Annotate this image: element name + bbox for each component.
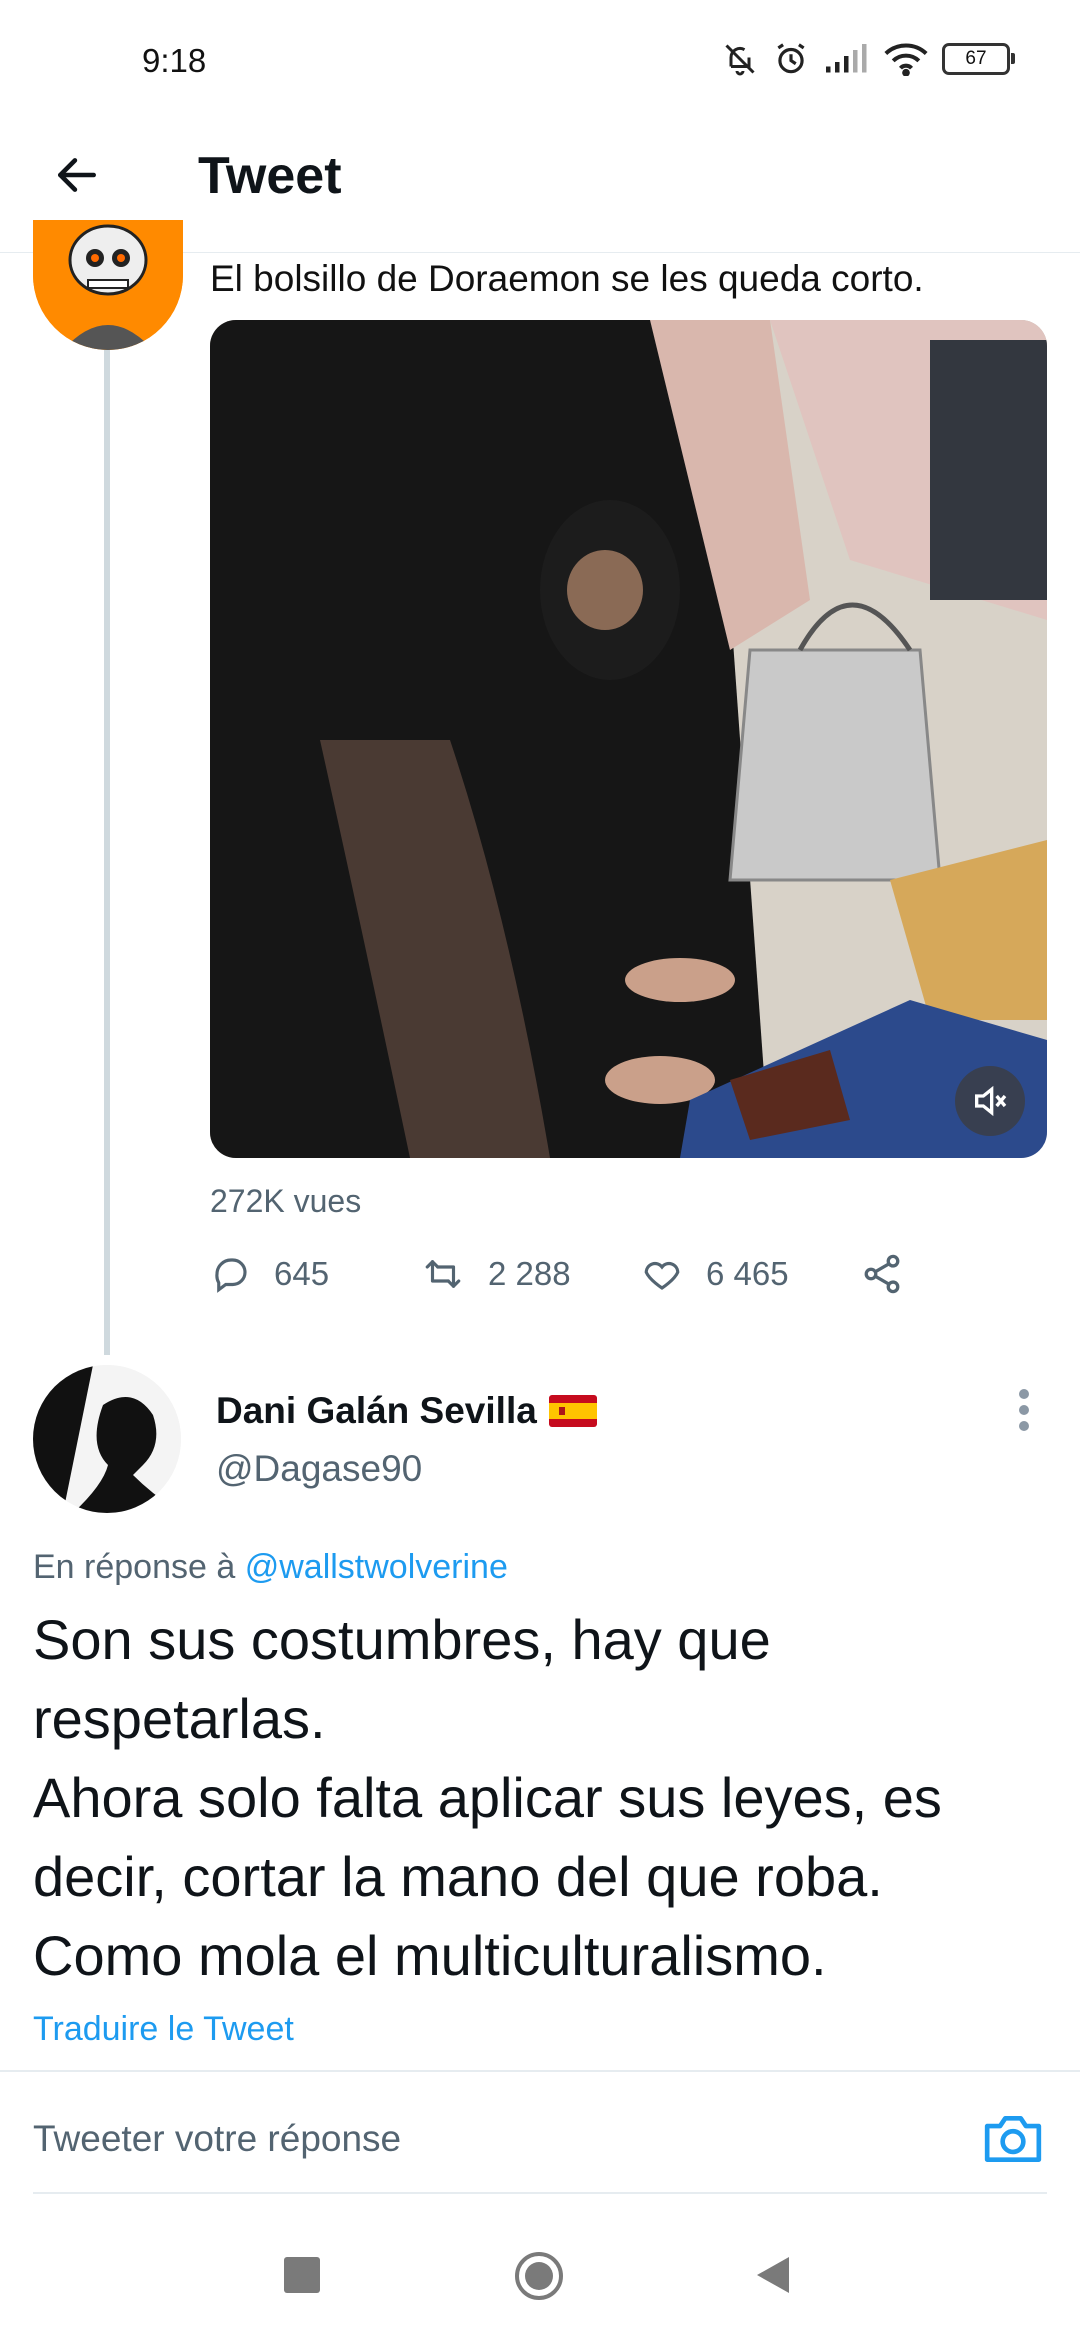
reply-avatar[interactable] xyxy=(33,1365,181,1513)
heart-icon xyxy=(644,1261,680,1290)
avatar[interactable] xyxy=(33,220,183,350)
signal-icon xyxy=(826,44,867,73)
more-options-icon[interactable] xyxy=(1016,1388,1032,1432)
retweet-button[interactable]: 2 288 xyxy=(420,1253,640,1295)
home-button[interactable] xyxy=(514,2251,564,2301)
reply-line: decir, cortar la mano del que roba. xyxy=(33,1845,883,1908)
wifi-icon xyxy=(884,43,928,76)
in-reply-prefix: En réponse à xyxy=(33,1548,236,1586)
camera-icon[interactable] xyxy=(982,2110,1044,2168)
mute-button[interactable] xyxy=(955,1066,1025,1136)
thread-line xyxy=(104,350,110,1355)
view-count: 272K vues xyxy=(210,1183,362,1219)
like-count: 6 465 xyxy=(706,1255,789,1292)
reply-text: Son sus costumbres, hay que respetarlas.… xyxy=(33,1600,1033,1995)
retweet-icon xyxy=(425,1260,461,1288)
spain-flag-icon xyxy=(548,1395,597,1427)
tweet-actions: 645 2 288 6 465 xyxy=(210,1252,926,1296)
in-reply-to: En réponse à @wallstwolverine xyxy=(33,1548,508,1587)
author-handle[interactable]: @Dagase90 xyxy=(216,1448,422,1490)
divider xyxy=(33,2192,1047,2194)
battery-level: 67 xyxy=(965,48,987,69)
author-name[interactable]: Dani Galán Sevilla xyxy=(216,1390,597,1432)
like-button[interactable]: 6 465 xyxy=(640,1253,860,1295)
mute-icon xyxy=(975,1085,1007,1117)
in-reply-handle-link[interactable]: @wallstwolverine xyxy=(245,1548,508,1586)
retweet-count: 2 288 xyxy=(488,1255,571,1292)
page-title: Tweet xyxy=(198,147,342,205)
tweet-text: El bolsillo de Doraemon se les queda cor… xyxy=(210,258,924,299)
battery-icon: 67 xyxy=(942,43,1015,75)
alarm-icon xyxy=(777,43,805,74)
reply-line: Son sus costumbres, hay que xyxy=(33,1608,771,1671)
translate-link[interactable]: Traduire le Tweet xyxy=(33,2010,294,2049)
bell-off-icon xyxy=(725,44,755,76)
reply-line: respetarlas. xyxy=(33,1687,326,1750)
reply-line: Ahora solo falta aplicar sus leyes, es xyxy=(33,1766,942,1829)
reply-input[interactable]: Tweeter votre réponse xyxy=(33,2118,401,2160)
status-icons: 67 xyxy=(722,40,1015,78)
recents-button[interactable] xyxy=(284,2257,320,2293)
reply-count: 645 xyxy=(274,1255,330,1292)
back-arrow-icon[interactable] xyxy=(52,150,102,200)
reply-line: Como mola el multiculturalismo. xyxy=(33,1924,827,1987)
nav-back-button[interactable] xyxy=(755,2255,791,2295)
share-icon xyxy=(864,1254,900,1294)
divider xyxy=(0,2070,1080,2072)
status-time: 9:18 xyxy=(142,42,207,79)
video-frame xyxy=(210,320,1047,1158)
reply-button[interactable]: 645 xyxy=(210,1253,420,1295)
tweet-video[interactable] xyxy=(210,320,1047,1158)
share-button[interactable] xyxy=(860,1252,926,1296)
author-name-text: Dani Galán Sevilla xyxy=(216,1390,537,1431)
reply-icon xyxy=(215,1258,247,1293)
